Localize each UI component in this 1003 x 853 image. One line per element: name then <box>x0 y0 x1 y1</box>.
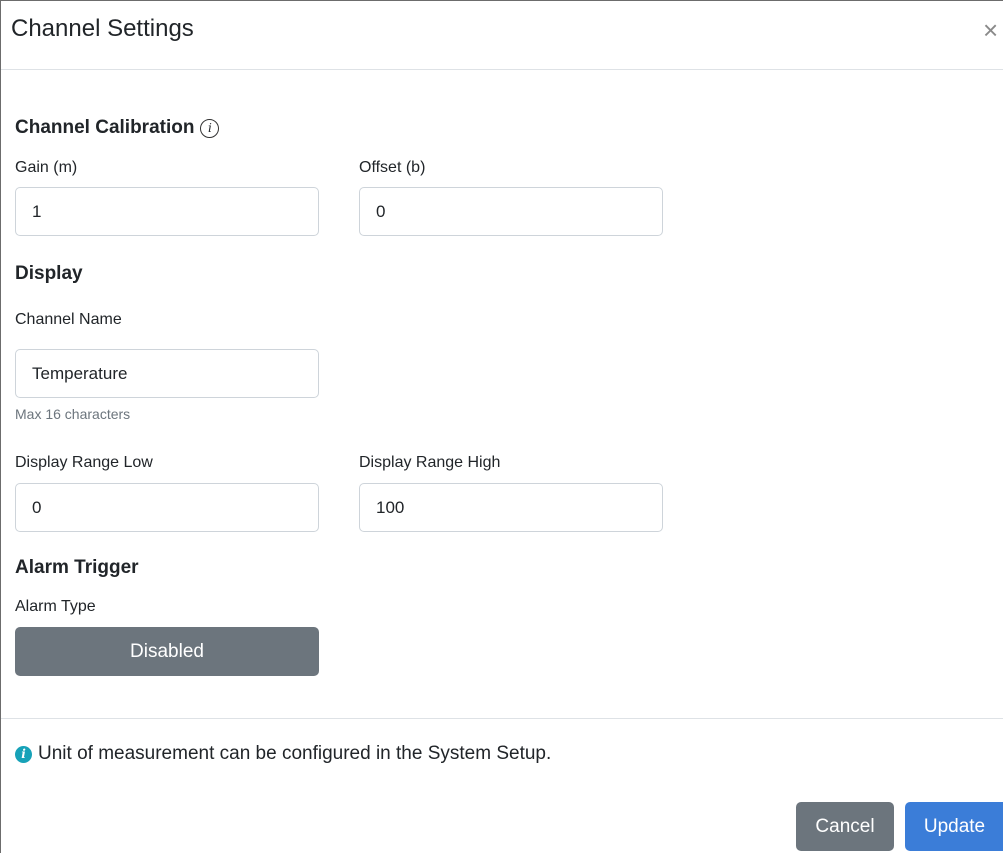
channel-name-input[interactable] <box>15 349 319 398</box>
offset-label: Offset (b) <box>359 159 426 176</box>
gain-label: Gain (m) <box>15 159 78 176</box>
channel-name-label: Channel Name <box>15 311 122 328</box>
footer-divider <box>1 718 1003 719</box>
modal-title: Channel Settings <box>11 15 194 42</box>
calibration-title: Channel Calibration <box>15 117 195 138</box>
calibration-section-title: Channel Calibration i <box>15 117 220 139</box>
footer-note: i Unit of measurement can be configured … <box>15 743 551 765</box>
cancel-button[interactable]: Cancel <box>796 802 894 851</box>
display-section-title: Display <box>15 263 83 284</box>
offset-input[interactable] <box>359 187 663 236</box>
range-low-label: Display Range Low <box>15 454 153 471</box>
range-high-input[interactable] <box>359 483 663 532</box>
alarm-type-label: Alarm Type <box>15 598 96 615</box>
alarm-section-title: Alarm Trigger <box>15 557 139 578</box>
info-icon[interactable]: i <box>200 119 220 138</box>
alarm-type-button[interactable]: Disabled <box>15 627 319 676</box>
gain-input[interactable] <box>15 187 319 236</box>
channel-name-help: Max 16 characters <box>15 406 131 422</box>
range-low-input[interactable] <box>15 483 319 532</box>
update-button[interactable]: Update <box>905 802 1003 851</box>
close-icon[interactable]: × <box>983 15 1003 45</box>
footer-note-text: Unit of measurement can be configured in… <box>38 743 552 764</box>
range-high-label: Display Range High <box>359 454 501 471</box>
info-icon: i <box>15 745 32 763</box>
channel-settings-modal: Channel Settings × Channel Calibration i … <box>0 0 1003 853</box>
modal-header: Channel Settings × <box>1 1 1003 70</box>
